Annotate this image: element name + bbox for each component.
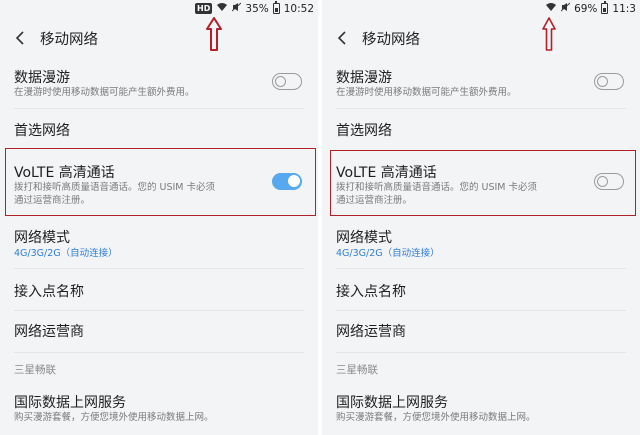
volte-title: VoLTE 高清通话 — [336, 165, 437, 181]
mute-icon — [232, 2, 242, 15]
status-bar: 69% 11:3 — [322, 0, 640, 17]
network-mode-value: 4G/3G/2G（自动连接） — [336, 248, 440, 259]
apn-title: 接入点名称 — [14, 284, 84, 300]
network-mode-row[interactable]: 网络模式 4G/3G/2G（自动连接） — [322, 222, 640, 268]
volte-desc-line2: 通过运营商注册。 — [14, 195, 91, 206]
back-arrow-icon[interactable] — [8, 26, 32, 50]
divider — [14, 108, 304, 109]
volte-desc-line1: 拨打和接听高质量语音通话。您的 USIM 卡必须 — [336, 182, 538, 193]
volte-title: VoLTE 高清通话 — [14, 165, 115, 181]
preferred-network-row[interactable]: 首选网络 — [0, 110, 318, 146]
toggle-knob — [597, 175, 608, 187]
mute-icon — [560, 2, 571, 15]
divider — [14, 352, 304, 353]
intl-data-row[interactable]: 国际数据上网服务 购买漫游套餐，方便您境外使用移动数据上网。 — [322, 386, 640, 432]
divider — [336, 108, 626, 109]
preferred-network-title: 首选网络 — [14, 123, 70, 139]
divider — [14, 310, 304, 311]
title-bar: 移动网络 — [0, 26, 318, 50]
data-roaming-desc: 在漫游时使用移动数据可能产生额外费用。 — [14, 87, 195, 98]
intl-data-title: 国际数据上网服务 — [14, 395, 126, 411]
toggle-knob — [287, 175, 300, 187]
data-roaming-title: 数据漫游 — [14, 70, 70, 86]
preferred-network-title: 首选网络 — [336, 123, 392, 139]
intl-data-title: 国际数据上网服务 — [336, 395, 448, 411]
volte-desc-line1: 拨打和接听高质量语音通话。您的 USIM 卡必须 — [14, 182, 216, 193]
volte-desc-line2: 通过运营商注册。 — [336, 195, 413, 206]
data-roaming-title: 数据漫游 — [336, 70, 392, 86]
intl-data-desc: 购买漫游套餐，方便您境外使用移动数据上网。 — [336, 412, 536, 423]
volte-toggle[interactable] — [272, 173, 302, 190]
battery-icon — [272, 1, 280, 14]
screen-left: HD 35% 10:52 移动网络 数据漫游 在漫游时使用移动数据可能产生额外费… — [0, 0, 318, 435]
volte-row[interactable]: VoLTE 高清通话 拨打和接听高质量语音通话。您的 USIM 卡必须 通过运营… — [0, 150, 318, 214]
back-arrow-icon[interactable] — [330, 26, 354, 50]
divider — [336, 352, 626, 353]
divider — [336, 268, 626, 269]
preferred-network-row[interactable]: 首选网络 — [322, 110, 640, 146]
battery-percent: 35% — [245, 2, 269, 15]
network-mode-title: 网络模式 — [336, 230, 392, 246]
volte-row[interactable]: VoLTE 高清通话 拨打和接听高质量语音通话。您的 USIM 卡必须 通过运营… — [322, 150, 640, 214]
divider — [336, 310, 626, 311]
screen-right: 69% 11:3 移动网络 数据漫游 在漫游时使用移动数据可能产生额外费用。 首… — [322, 0, 640, 435]
network-mode-row[interactable]: 网络模式 4G/3G/2G（自动连接） — [0, 222, 318, 268]
network-operator-title: 网络运营商 — [14, 324, 84, 340]
toggle-knob — [597, 75, 608, 87]
apn-row[interactable]: 接入点名称 — [0, 270, 318, 310]
page-title: 移动网络 — [362, 31, 420, 48]
wifi-icon — [545, 2, 557, 15]
page-title: 移动网络 — [40, 31, 98, 48]
battery-percent: 69% — [574, 2, 598, 15]
divider — [14, 268, 304, 269]
data-roaming-toggle[interactable] — [594, 73, 624, 90]
battery-icon — [601, 1, 609, 14]
toggle-knob — [275, 75, 286, 87]
network-operator-title: 网络运营商 — [336, 324, 406, 340]
data-roaming-toggle[interactable] — [272, 73, 302, 90]
wifi-icon — [216, 2, 228, 15]
intl-data-desc: 购买漫游套餐，方便您境外使用移动数据上网。 — [14, 412, 214, 423]
intl-data-row[interactable]: 国际数据上网服务 购买漫游套餐，方便您境外使用移动数据上网。 — [0, 386, 318, 432]
apn-row[interactable]: 接入点名称 — [322, 270, 640, 310]
network-operator-row[interactable]: 网络运营商 — [0, 312, 318, 350]
apn-title: 接入点名称 — [336, 284, 406, 300]
data-roaming-row[interactable]: 数据漫游 在漫游时使用移动数据可能产生额外费用。 — [0, 60, 318, 106]
section-label: 三星畅联 — [14, 364, 56, 376]
network-mode-value: 4G/3G/2G（自动连接） — [14, 248, 118, 259]
status-bar: HD 35% 10:52 — [0, 0, 318, 17]
clock: 11:3 — [612, 2, 636, 15]
volte-toggle[interactable] — [594, 173, 624, 190]
section-label: 三星畅联 — [336, 364, 378, 376]
title-bar: 移动网络 — [322, 26, 640, 50]
data-roaming-desc: 在漫游时使用移动数据可能产生额外费用。 — [336, 87, 517, 98]
data-roaming-row[interactable]: 数据漫游 在漫游时使用移动数据可能产生额外费用。 — [322, 60, 640, 106]
hd-badge: HD — [195, 3, 213, 14]
network-mode-title: 网络模式 — [14, 230, 70, 246]
clock: 10:52 — [283, 2, 314, 15]
network-operator-row[interactable]: 网络运营商 — [322, 312, 640, 350]
